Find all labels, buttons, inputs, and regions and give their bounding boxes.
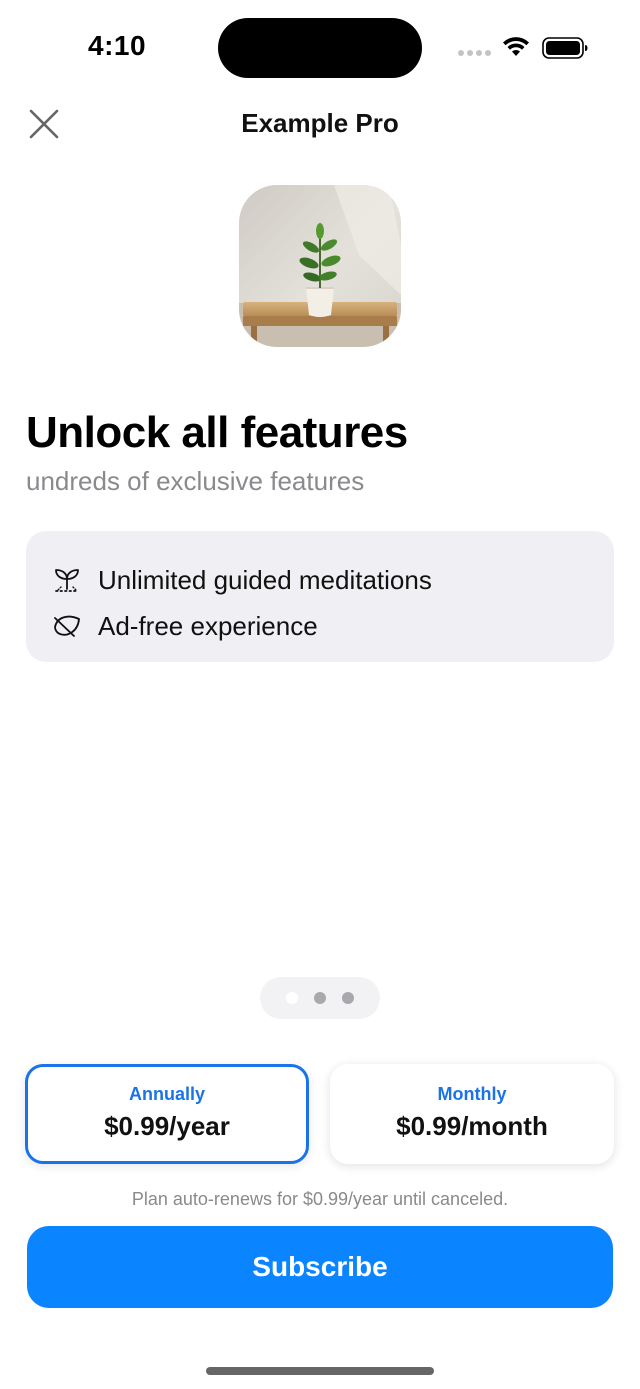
subscribe-button[interactable]: Subscribe — [27, 1226, 613, 1308]
page-title: Example Pro — [241, 108, 399, 138]
leaf-icon — [52, 611, 82, 641]
plan-price: $0.99/month — [396, 1111, 548, 1141]
feature-item-ad-free: Ad-free experience — [52, 603, 588, 649]
plan-price: $0.99/year — [104, 1111, 230, 1141]
home-indicator[interactable] — [206, 1367, 434, 1375]
cellular-signal-icon — [458, 50, 492, 58]
dynamic-island — [218, 18, 422, 78]
battery-icon — [542, 37, 588, 59]
plan-annual-option[interactable]: Annually $0.99/year — [25, 1064, 309, 1164]
feature-item-meditations: Unlimited guided meditations — [52, 557, 588, 603]
subheadline: undreds of exclusive features — [26, 466, 365, 496]
app-icon — [239, 185, 401, 347]
plan-name: Annually — [128, 1084, 205, 1104]
status-time: 4:10 — [88, 30, 147, 61]
renewal-note: Plan auto-renews for $0.99/year until ca… — [131, 1189, 509, 1209]
plan-name: Monthly — [437, 1084, 507, 1104]
sprout-icon — [52, 565, 82, 595]
page-dot-2[interactable] — [314, 992, 326, 1004]
wifi-icon — [503, 37, 529, 56]
feature-label: Ad-free experience — [98, 610, 318, 641]
feature-label: Unlimited guided meditations — [98, 564, 432, 595]
status-bar: 4:10 — [0, 0, 640, 95]
plan-monthly-option[interactable]: Monthly $0.99/month — [330, 1064, 614, 1164]
page-dot-3[interactable] — [342, 992, 354, 1004]
page-indicator[interactable] — [260, 977, 380, 1019]
headline: Unlock all features — [26, 408, 408, 457]
feature-list: Unlimited guided meditations Ad-free exp… — [26, 531, 614, 662]
page-dot-1[interactable] — [286, 992, 298, 1004]
